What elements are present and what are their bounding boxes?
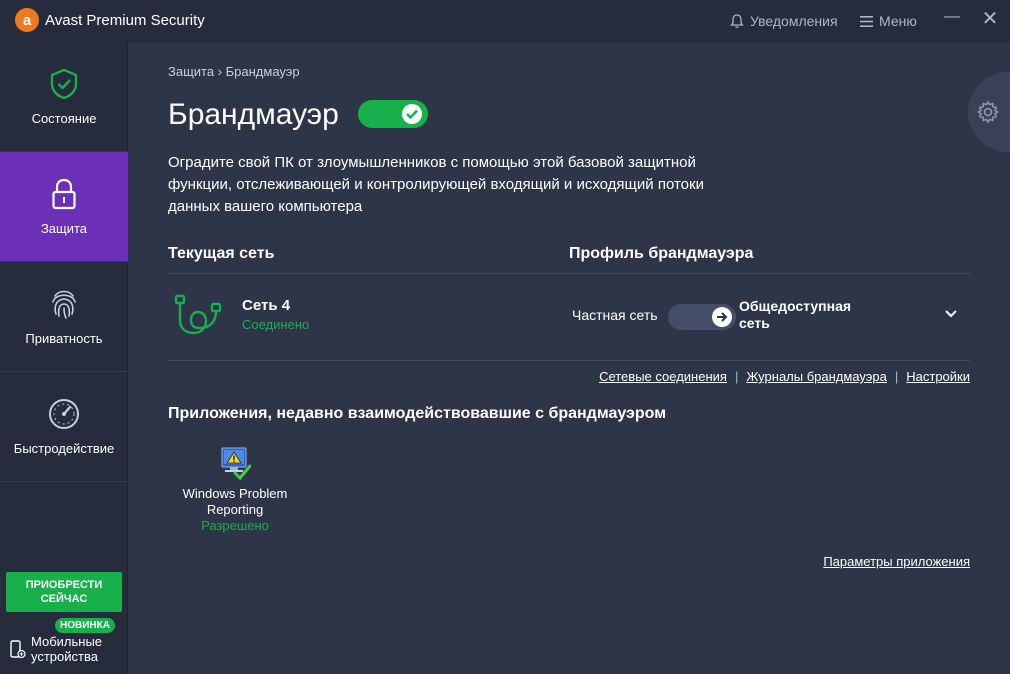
buy-now-button[interactable]: ПРИОБРЕСТИ СЕЙЧАС [6,572,122,612]
network-connections-link[interactable]: Сетевые соединения [599,369,727,384]
gear-icon [977,100,999,124]
network-status: Соединено [242,317,310,332]
sidebar-item-privacy[interactable]: Приватность [0,262,128,372]
arrow-right-icon [717,312,728,322]
app-state: Разрешено [201,518,269,533]
title-bar: a Avast Premium Security Уведомления Мен… [0,0,1010,42]
mobile-devices-icon [10,640,26,659]
settings-gear-button[interactable] [968,72,1010,152]
menu-button[interactable]: Меню [860,13,917,29]
divider [168,273,970,274]
divider [168,360,970,361]
menu-label: Меню [879,13,917,29]
shield-check-icon [50,68,78,100]
sidebar-item-performance[interactable]: Быстродействие [0,372,128,482]
sidebar-item-mobile[interactable]: Мобильные устройства [10,634,125,670]
toggle-knob [402,104,422,124]
bell-icon [730,13,744,28]
profile-private-label[interactable]: Частная сеть [572,307,658,323]
lock-icon [52,178,76,210]
mobile-label: Мобильные устройства [31,634,103,664]
firewall-toggle[interactable] [358,100,428,128]
app-title: Avast Premium Security [45,12,205,29]
sidebar-item-label: Защита [40,221,88,236]
sidebar-item-status[interactable]: Состояние [0,42,128,152]
windows-problem-reporting-icon [221,447,251,480]
avast-logo: a [15,8,39,32]
sidebar-item-protection[interactable]: Защита [0,152,128,262]
notifications-button[interactable]: Уведомления [730,13,838,29]
firewall-logs-link[interactable]: Журналы брандмауэра [746,369,887,384]
network-name: Сеть 4 [242,297,291,314]
fingerprint-icon [52,290,76,319]
settings-link[interactable]: Настройки [906,369,970,384]
minimize-button[interactable]: — [940,8,964,32]
firewall-links: Сетевые соединения | Журналы брандмауэра | Н… [560,369,970,384]
link-separator: | [734,369,739,384]
current-network-heading: Текущая сеть [168,245,275,262]
speedometer-icon [49,399,79,429]
check-icon [406,109,418,119]
app-name: Windows Problem Reporting [182,486,288,517]
profile-public-label[interactable]: Общедоступная сеть [739,298,869,332]
hamburger-icon [860,15,873,27]
firewall-profile-heading: Профиль брандмауэра [569,245,754,262]
chevron-down-icon[interactable] [942,304,960,322]
recent-apps-heading: Приложения, недавно взаимодействовавшие … [168,405,667,422]
notifications-label: Уведомления [750,13,838,29]
firewall-profile-switch[interactable] [668,304,736,330]
page-title: Брандмауэр [168,98,339,131]
link-separator: | [894,369,899,384]
breadcrumb: Защита › Брандмауэр [168,64,300,79]
sidebar-item-label: Состояние [31,111,97,126]
close-button[interactable]: ✕ [978,6,1002,30]
app-tile[interactable]: Windows Problem Reporting Разрешено [172,446,298,533]
switch-knob [712,307,732,327]
sidebar-item-label: Быстродействие [13,441,115,456]
app-parameters-link[interactable]: Параметры приложения [780,554,970,569]
firewall-description: Оградите свой ПК от злоумышленников с по… [168,154,704,215]
new-badge: НОВИНКА [55,618,115,633]
sidebar: Состояние Защита Приватность Быстродейст… [0,42,128,674]
network-cable-icon [174,294,222,335]
sidebar-item-label: Приватность [25,331,103,346]
